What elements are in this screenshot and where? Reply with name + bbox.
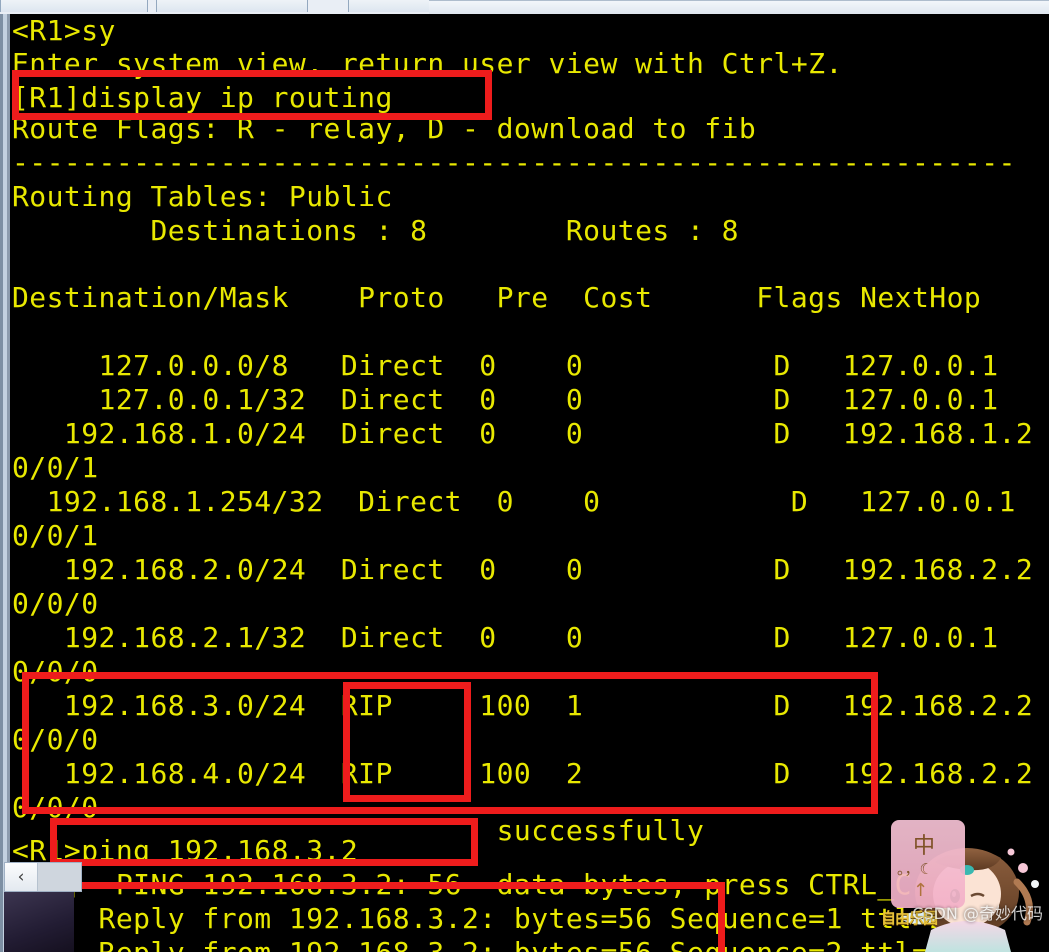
scrollbar-thumb[interactable] [38,863,81,891]
terminal-line-interface: 0/0/1 [12,519,99,552]
tabstrip-filler [429,0,1049,14]
terminal-line-route: 192.168.2.0/24 Direct 0 0 D 192.168.2.2 [12,553,1034,586]
terminal-line-route: 192.168.1.0/24 Direct 0 0 D 192.168.1.2 [12,417,1034,450]
scroll-left-arrow-icon[interactable]: ‹ [5,863,38,891]
desktop-backdrop [4,892,74,952]
terminal-line: <R1>sy [12,14,116,47]
terminal-line-interface: 0/0/0 [12,587,99,620]
terminal-line-counts: Destinations : 8 Routes : 8 [12,214,739,247]
terminal-window: <R1>sy Enter system view, return user vi… [0,14,1049,952]
display-command-highlight-box [12,70,492,120]
ping-reply-highlight-box [62,882,725,952]
terminal-line-route: 127.0.0.0/8 Direct 0 0 D 127.0.0.1 [12,349,999,382]
horizontal-scrollbar[interactable]: ‹ [4,862,82,892]
terminal-line-table-title: Routing Tables: Public [12,180,393,213]
terminal-screen[interactable]: <R1>sy Enter system view, return user vi… [10,14,1049,952]
window-tabstrip [0,0,1049,15]
terminal-line-table-header: Destination/Mask Proto Pre Cost Flags Ne… [12,281,982,314]
tab-row [0,0,500,12]
terminal-line-route: 192.168.1.254/32 Direct 0 0 D 127.0.0.1 [12,485,1016,518]
app-root: <R1>sy Enter system view, return user vi… [0,0,1049,952]
rip-proto-column-highlight-box [343,682,471,802]
terminal-line-route: 192.168.2.1/32 Direct 0 0 D 127.0.0.1 [12,621,999,654]
tab-2[interactable] [156,0,308,12]
terminal-line-divider: ----------------------------------------… [12,146,1016,179]
ping-command-highlight-box [50,818,478,866]
tab-1[interactable] [0,0,148,12]
terminal-line-route: 127.0.0.1/32 Direct 0 0 D 127.0.0.1 [12,383,999,416]
terminal-line-interface: 0/0/1 [12,451,99,484]
